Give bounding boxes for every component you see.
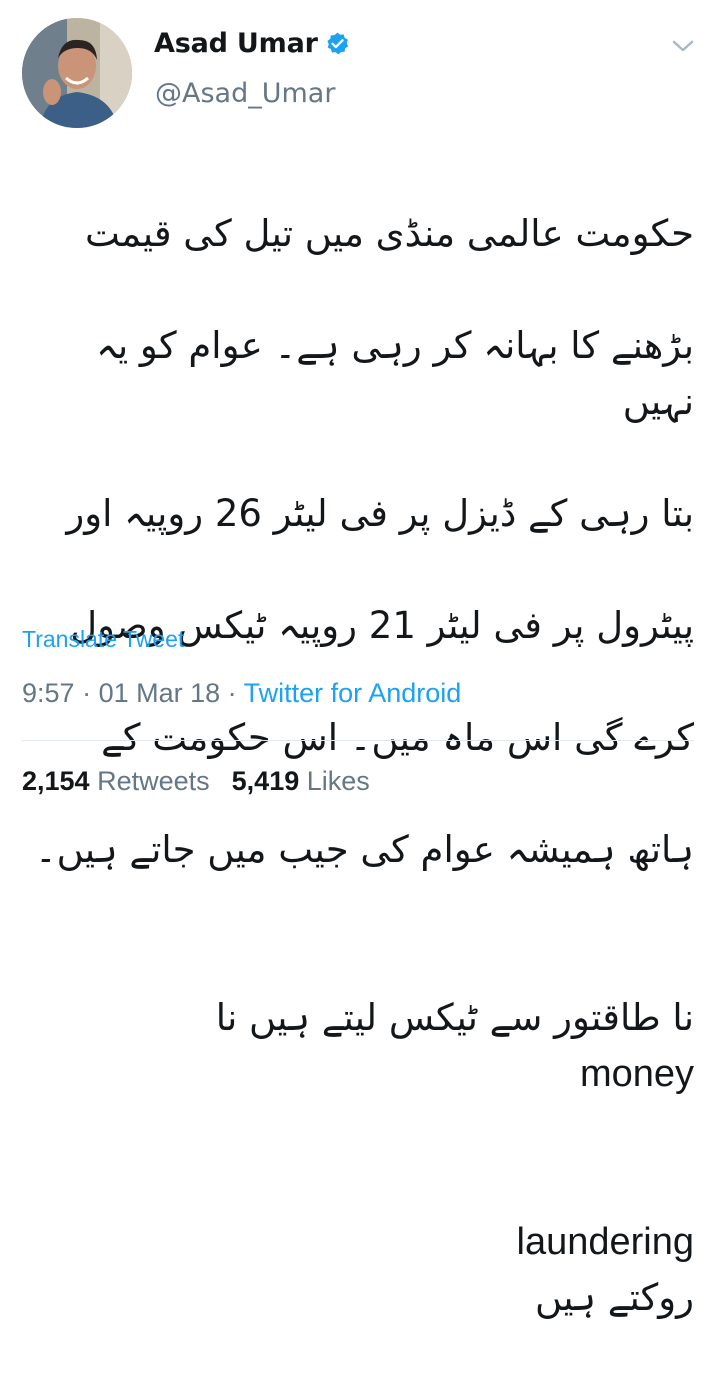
tweet-line-segment: نا طاقتور سے ٹیکس لیتے ہیں نا [215, 996, 694, 1039]
divider [22, 740, 694, 741]
retweets-stat[interactable]: 2,154 Retweets [22, 766, 210, 796]
author-handle[interactable]: @Asad_Umar [155, 78, 335, 109]
chevron-down-icon[interactable] [672, 38, 694, 52]
likes-count: 5,419 [231, 766, 300, 796]
tweet-date[interactable]: 01 Mar 18 [99, 678, 221, 708]
tweet-line: بڑھنے کا بہانہ کر رہی ہے۔ عوام کو یہ نہی… [96, 324, 694, 423]
tweet-line: کرے گی اس ماہ میں۔ اس حکومت کے [101, 716, 694, 759]
likes-stat[interactable]: 5,419 Likes [232, 766, 370, 796]
tweet-meta: 9:57 · 01 Mar 18 · Twitter for Android [22, 678, 461, 709]
meta-separator: · [220, 678, 244, 708]
likes-label: Likes [306, 766, 370, 796]
author-name[interactable]: Asad Umar [154, 28, 318, 59]
tweet-source-link[interactable]: Twitter for Android [244, 678, 462, 708]
meta-separator: · [74, 678, 99, 708]
tweet-line: بتا رہی کے ڈیزل پر فی لیٹر 26 روپیہ اور [66, 492, 694, 535]
tweet-header: Asad Umar @Asad_Umar [0, 0, 716, 130]
tweet-word-english: laundering [516, 1221, 694, 1263]
tweet-line: حکومت عالمی منڈی میں تیل کی قیمت [84, 212, 694, 255]
tweet-time: 9:57 [22, 678, 75, 708]
avatar[interactable] [22, 18, 132, 128]
author-name-row[interactable]: Asad Umar [154, 28, 350, 59]
tweet-line: laundering روکتے ہیں [22, 1158, 694, 1326]
tweet-line-segment: روکتے ہیں [535, 1276, 694, 1319]
verified-badge-icon [325, 31, 350, 56]
tweet-line: نا طاقتور سے ٹیکس لیتے ہیں نا money [22, 934, 694, 1102]
tweet-word-english: money [579, 1053, 694, 1095]
tweet-line: ہاتھ ہمیشہ عوام کی جیب میں جاتے ہیں۔ [34, 828, 694, 871]
retweets-count: 2,154 [22, 766, 90, 796]
retweets-label: Retweets [97, 766, 210, 796]
tweet-stats: 2,154 Retweets 5,419 Likes [22, 766, 370, 797]
translate-tweet-link[interactable]: Translate Tweet [22, 626, 184, 653]
